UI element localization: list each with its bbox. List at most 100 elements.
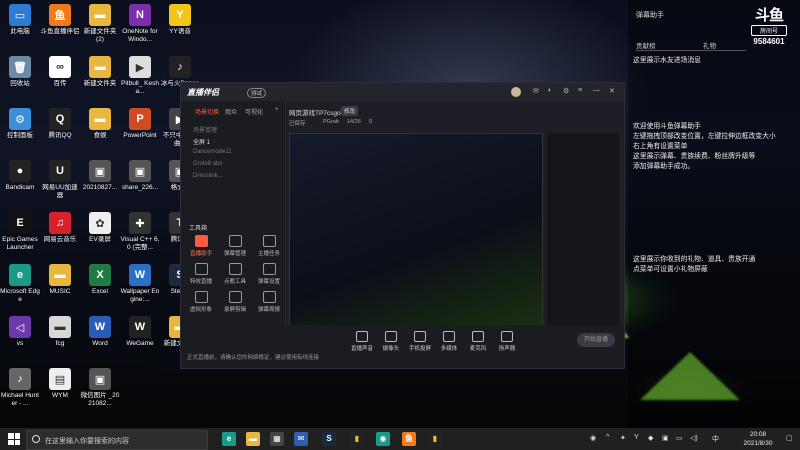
tool-label: 虚拟形象	[189, 307, 212, 313]
volume-icon[interactable]: ◁)	[690, 434, 698, 442]
wallpaper-engine-icon: W	[129, 264, 151, 286]
app-tray-icon[interactable]: ▣	[662, 434, 669, 442]
file-explorer-icon[interactable]: ▬	[246, 432, 260, 446]
app-tray-icon[interactable]: ◆	[648, 434, 653, 442]
scene-row[interactable]: Dresslink...	[193, 173, 223, 179]
close-icon[interactable]: ✕	[609, 87, 615, 95]
start-button[interactable]	[8, 433, 20, 445]
toolbox-item[interactable]: 点歌工具	[219, 263, 251, 285]
toolbox-item[interactable]: 弹幕周报	[253, 291, 285, 313]
stream-preview-screen[interactable]	[289, 133, 543, 327]
settings-icon[interactable]: ⚙	[563, 87, 569, 95]
streaming-app-window[interactable]: 直播伴侣 测试 ✉ ◐ ⚙ ≡ — ✕ 场景切换 观众 可视化 + 场景管理 全…	[180, 82, 625, 369]
steam-icon[interactable]: S	[322, 432, 336, 446]
desktop-icon[interactable]: ▬ 新建文件夹	[80, 56, 120, 88]
desktop-icon[interactable]: ∞ 百传	[40, 56, 80, 88]
desktop-icon[interactable]: ♪ Michael Hunter - ...	[0, 368, 40, 408]
desktop-icon[interactable]: ◁ vs	[0, 316, 40, 348]
scene-row[interactable]: Grolo8 abs	[193, 161, 222, 167]
taskbar-search[interactable]: 在这里输入你要搜索的内容	[26, 430, 208, 450]
desktop-icon[interactable]: ▶ Pitbull_ Kesha...	[120, 56, 160, 96]
tab-gifts[interactable]: 礼物	[703, 40, 716, 50]
notification-icon[interactable]: ▢	[786, 434, 793, 442]
desktop-icon[interactable]: ▬ MUSIC	[40, 264, 80, 296]
skin-icon[interactable]: ◐	[548, 87, 552, 94]
desktop-icon[interactable]: ♫ 网易云音乐	[40, 212, 80, 244]
tab-contribution[interactable]: 贡献榜	[636, 40, 656, 50]
desktop-icon[interactable]: ▣ 20210827...	[80, 160, 120, 192]
desktop-icon[interactable]: 鱼斗鱼直播伴侣	[40, 4, 80, 36]
scene-row-active[interactable]: 全屏 1	[193, 137, 210, 146]
app-tray-icon[interactable]: ◉	[590, 434, 596, 442]
tab-scenes[interactable]: 场景切换	[195, 107, 219, 116]
douyu-icon[interactable]: 鱼	[402, 432, 416, 446]
toolbox-item[interactable]: 录屏剪辑	[219, 291, 251, 313]
toolbox-item[interactable]: 主播任务	[253, 235, 285, 257]
avatar[interactable]	[511, 87, 521, 97]
desktop-icon[interactable]: Q 腾讯QQ	[40, 108, 80, 140]
toolbox-item[interactable]: 弹幕设置	[253, 263, 285, 285]
bottom-tool-button[interactable]: 扬声器	[490, 331, 524, 352]
app-tray-icon[interactable]: ✦	[620, 434, 626, 442]
desktop-icon[interactable]: ✚ Visual C++ 6.0 (完整...	[120, 212, 160, 252]
network-icon[interactable]: ▭	[676, 434, 683, 442]
tab-audience[interactable]: 观众	[225, 107, 237, 116]
windows-taskbar: 在这里输入你要搜索的内容 e ▬ ▦ ✉ S ▮ ◉ 鱼 ▮ ◉ ^ ✦ Y ◆…	[0, 428, 800, 450]
desktop-icon[interactable]: E Epic Games Launcher	[0, 212, 40, 252]
desktop-icon[interactable]: 🗑 回收站	[0, 56, 40, 88]
desktop-icon[interactable]: ▤ WYM	[40, 368, 80, 400]
desktop-icon[interactable]: ▣ 微信图片 _2021082...	[80, 368, 120, 408]
desktop-icon[interactable]: ✿ EV录屏	[80, 212, 120, 244]
desktop-icon[interactable]: X Excel	[80, 264, 120, 296]
desktop-icon[interactable]: ▬ 食娱	[80, 108, 120, 140]
desktop-icon[interactable]: ⚙ 控制面板	[0, 108, 40, 140]
message-icon[interactable]: ✉	[533, 87, 539, 95]
desktop-icon[interactable]: N OneNote for Windo...	[120, 4, 160, 44]
start-live-button[interactable]: 开始直播	[577, 333, 615, 347]
desktop-icon[interactable]: W WeGame	[120, 316, 160, 348]
toolbox-item[interactable]: 弹幕管理	[219, 235, 251, 257]
store-icon[interactable]: ▦	[270, 432, 284, 446]
desktop-icon[interactable]: ● Bandicam	[0, 160, 40, 192]
app-titlebar[interactable]: 直播伴侣 测试 ✉ ◐ ⚙ ≡ — ✕	[181, 83, 624, 101]
desktop-icon-label: 网易UU加速器	[42, 184, 78, 199]
app-icon[interactable]: ▮	[428, 432, 442, 446]
tab-visual[interactable]: 可视化	[245, 107, 263, 116]
desktop-icon[interactable]: U 网易UU加速器	[40, 160, 80, 200]
app-icon[interactable]: ▮	[350, 432, 364, 446]
desktop-icon[interactable]: W Wallpaper Engine:...	[120, 264, 160, 304]
desktop-icon[interactable]: ▬ fcg	[40, 316, 80, 348]
ime-indicator[interactable]: 中	[712, 434, 719, 444]
taskbar-clock[interactable]: 20:08 2021/8/30	[736, 430, 780, 448]
app-icon[interactable]: ◉	[376, 432, 390, 446]
toolbox-item[interactable]: 特效直播	[185, 263, 217, 285]
desktop-icon[interactable]: W Word	[80, 316, 120, 348]
desktop-icon-label: 控制面板	[7, 132, 33, 139]
minimize-icon[interactable]: —	[593, 87, 600, 94]
desktop-icon-label: vs	[16, 340, 24, 347]
desktop-icon[interactable]: ▭ 此电脑	[0, 4, 40, 36]
douyu-logo-icon: 斗鱼	[754, 7, 784, 24]
music-file-icon: ♪	[169, 56, 191, 78]
app-tray-icon[interactable]: Y	[634, 434, 639, 441]
desktop-icon[interactable]: e Microsoft Edge	[0, 264, 40, 304]
mail-icon[interactable]: ✉	[294, 432, 308, 446]
desktop-icon[interactable]: ▣ share_226...	[120, 160, 160, 192]
bottom-tool-label: 麦克风	[469, 346, 487, 352]
desktop-icon[interactable]: Y YY语音	[160, 4, 200, 36]
toolbox-item[interactable]: 直播助手	[185, 235, 217, 257]
tray-chevron-icon[interactable]: ^	[606, 434, 609, 441]
menu-icon[interactable]: ≡	[578, 87, 582, 94]
toolbox-item[interactable]: 虚拟形象	[185, 291, 217, 313]
app-sidebar: 场景切换 观众 可视化 + 场景管理 全屏 1 Dancemode11 Grol…	[181, 101, 286, 368]
desktop-icon-label: Excel	[92, 288, 108, 295]
desktop-icon[interactable]: ▬ 新建文件夹 (2)	[80, 4, 120, 44]
add-scene-icon[interactable]: +	[275, 107, 279, 113]
bottom-tool-label: 多媒体	[440, 346, 458, 352]
scene-row[interactable]: Dancemode11	[193, 149, 232, 155]
scene-row[interactable]: 场景管理	[193, 125, 217, 134]
desktop-icon[interactable]: P PowerPoint	[120, 108, 160, 140]
edge-icon[interactable]: e	[222, 432, 236, 446]
edit-title-button[interactable]: 修改	[341, 106, 359, 116]
desktop-icon-label: 微信图片 _2021082...	[80, 392, 120, 407]
